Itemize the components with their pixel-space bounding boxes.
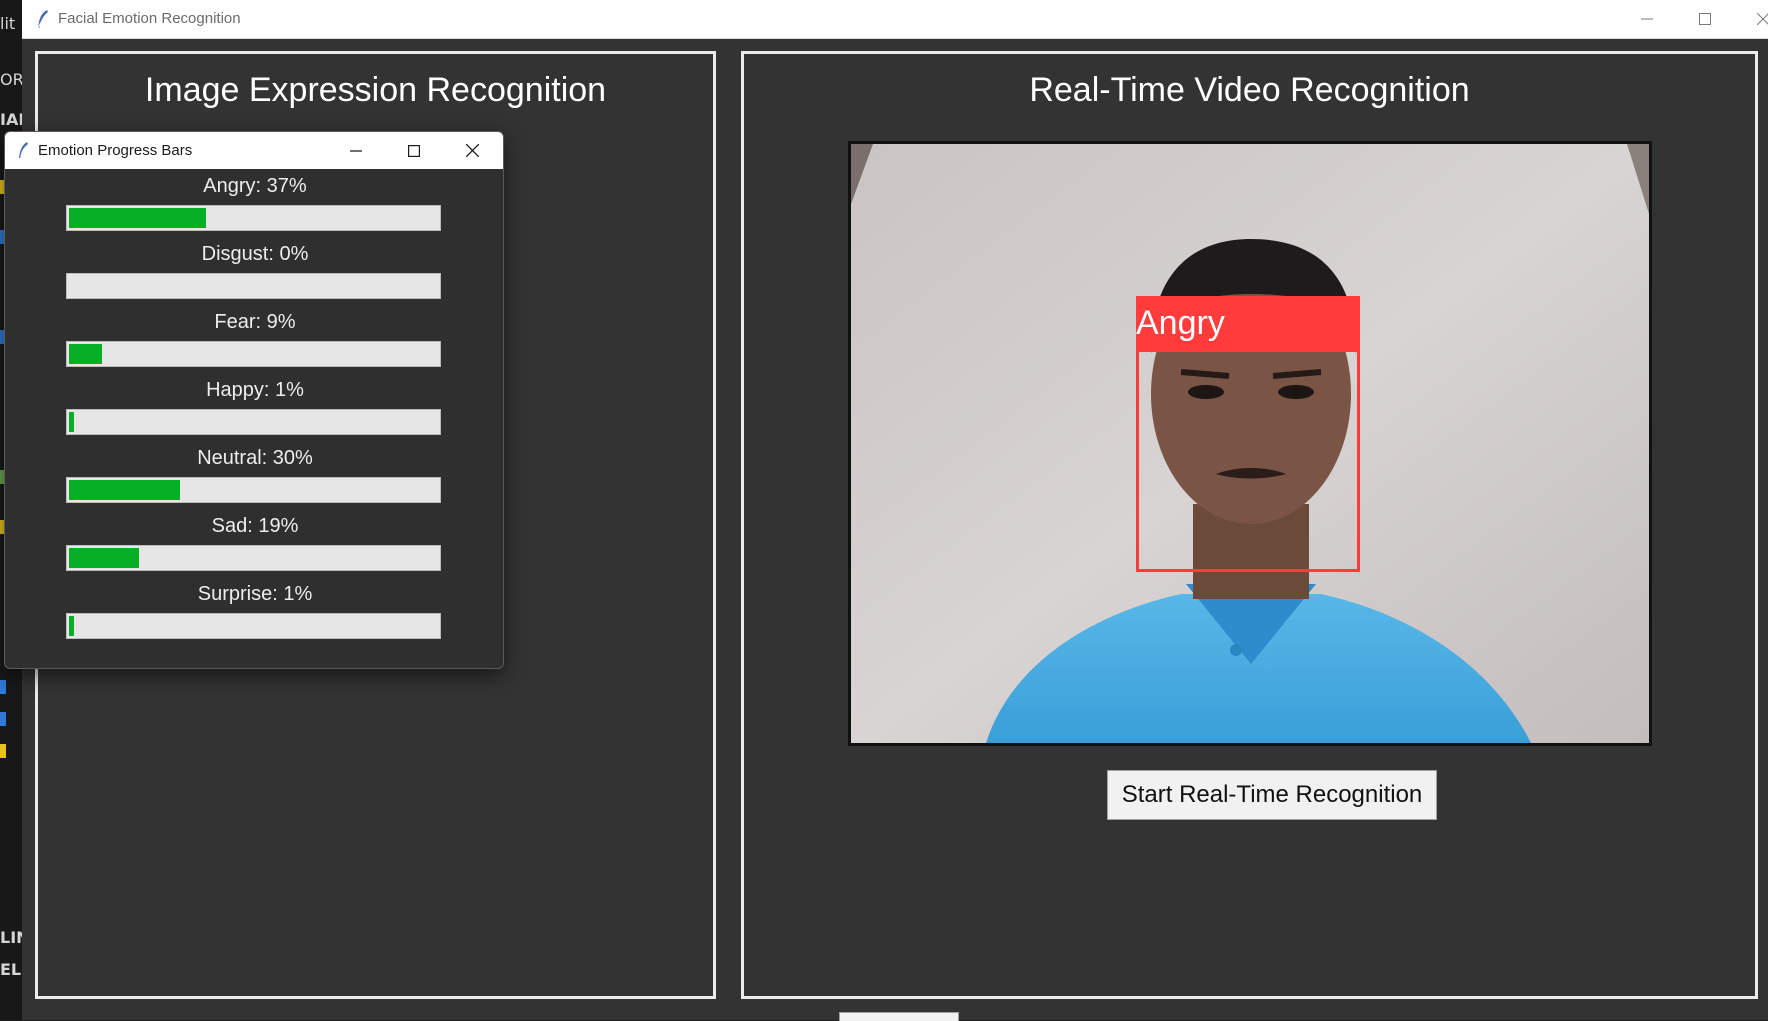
close-icon	[465, 144, 479, 157]
maximize-button[interactable]	[1676, 0, 1734, 38]
detection-label: Angry	[1136, 296, 1360, 349]
progress-bar	[66, 545, 441, 571]
background-text-fragment: IAR	[0, 110, 22, 129]
start-realtime-button[interactable]: Start Real-Time Recognition	[1107, 770, 1437, 820]
progress-bar	[66, 205, 441, 231]
maximize-icon	[1699, 13, 1711, 25]
progress-fill	[69, 548, 139, 568]
emotion-label: Fear: 9%	[214, 311, 296, 333]
progress-fill	[69, 480, 180, 500]
background-marker	[0, 680, 6, 694]
emotion-label: Angry: 37%	[203, 175, 307, 197]
emotion-label: Sad: 19%	[211, 515, 299, 537]
progress-fill	[69, 208, 206, 228]
emotion-progress-popup: Emotion Progress Bars Angry: 37% Disgust…	[4, 131, 504, 669]
emotion-row: Disgust: 0%	[5, 237, 503, 305]
popup-maximize-button[interactable]	[389, 132, 439, 169]
emotion-label: Neutral: 30%	[197, 447, 313, 469]
panel-title: Image Expression Recognition	[144, 71, 607, 109]
window-title: Facial Emotion Recognition	[58, 10, 241, 27]
emotion-label: Disgust: 0%	[201, 243, 309, 265]
emotion-row: Happy: 1%	[5, 373, 503, 441]
emotion-row: Surprise: 1%	[5, 577, 503, 645]
main-titlebar[interactable]: Facial Emotion Recognition	[22, 0, 1768, 39]
progress-bar	[66, 273, 441, 299]
video-recognition-panel: Real-Time Video Recognition Angry Start …	[741, 51, 1758, 999]
progress-fill	[69, 616, 74, 636]
background-marker	[0, 712, 6, 726]
minimize-icon	[350, 149, 362, 152]
popup-titlebar[interactable]: Emotion Progress Bars	[5, 132, 503, 169]
emotion-row: Sad: 19%	[5, 509, 503, 577]
video-feed: Angry	[848, 141, 1652, 746]
emotion-row: Fear: 9%	[5, 305, 503, 373]
minimize-button[interactable]	[1618, 0, 1676, 38]
popup-title: Emotion Progress Bars	[38, 142, 193, 159]
progress-fill	[69, 412, 74, 432]
emotion-row: Neutral: 30%	[5, 441, 503, 509]
progress-bar	[66, 341, 441, 367]
close-button[interactable]	[1734, 0, 1768, 38]
progress-fill	[69, 344, 102, 364]
feather-icon	[19, 142, 28, 158]
progress-bar	[66, 613, 441, 639]
background-marker	[0, 744, 6, 758]
panel-title: Real-Time Video Recognition	[1029, 71, 1470, 109]
background-text-fragment: OR	[0, 70, 22, 89]
emotion-label: Happy: 1%	[206, 379, 304, 401]
background-text-fragment: lit	[0, 14, 16, 33]
background-text-fragment: LIN	[0, 928, 22, 947]
feather-icon	[37, 10, 48, 29]
popup-minimize-button[interactable]	[331, 132, 381, 169]
minimize-icon	[1641, 18, 1653, 20]
emotion-label: Surprise: 1%	[197, 583, 313, 605]
popup-close-button[interactable]	[447, 132, 497, 169]
emotion-row: Angry: 37%	[5, 169, 503, 237]
maximize-icon	[408, 144, 420, 157]
close-icon	[1757, 13, 1768, 25]
progress-bar	[66, 477, 441, 503]
progress-bar	[66, 409, 441, 435]
background-text-fragment: ELII	[0, 960, 22, 979]
face-bounding-box	[1136, 349, 1360, 572]
